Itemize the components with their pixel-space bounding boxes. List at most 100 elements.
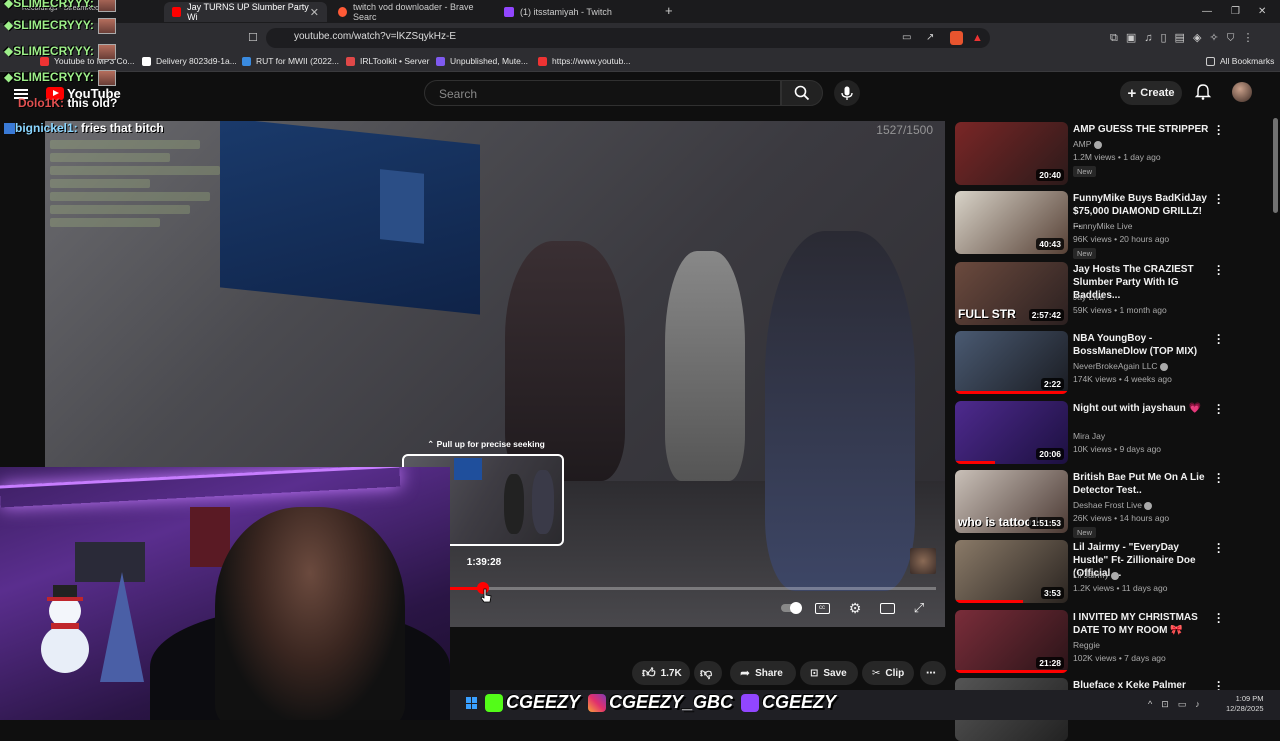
url-bar[interactable]: youtube.com/watch?v=lKZSqykHz-E — [266, 28, 990, 48]
sidebar-video[interactable]: 21:28 I INVITED MY CHRISTMAS DATE TO MY R… — [955, 608, 1275, 673]
thumbnail-overlay-text: FULL STR — [958, 307, 1016, 321]
webcam-person — [215, 507, 405, 720]
sidebar-video[interactable]: 3:53 Lil Jairmy - "EveryDay Hustle" Ft- Z… — [955, 538, 1275, 603]
close-tab-icon[interactable]: ✕ — [310, 6, 319, 19]
bookmark-item[interactable]: Unpublished, Mute... — [436, 56, 528, 66]
video-thumbnail[interactable]: 20:06 — [955, 401, 1068, 464]
channel-name[interactable]: AMP — [1073, 139, 1102, 149]
dislike-button[interactable]: 👎︎ — [694, 661, 722, 685]
more-actions-button[interactable]: ⋯ — [920, 661, 946, 685]
like-button[interactable]: 👍︎ 1.7K — [632, 661, 690, 685]
video-options-icon[interactable]: ··· — [1217, 189, 1221, 209]
video-title[interactable]: I INVITED MY CHRISTMAS DATE TO MY ROOM 🎀 — [1073, 611, 1213, 637]
seek-hint: ⌃ Pull up for precise seeking — [427, 439, 545, 449]
video-title[interactable]: Night out with jayshaun 💗 — [1073, 402, 1213, 415]
tray-icons[interactable]: ^⊡▭♪ — [1148, 699, 1209, 710]
channel-name-text: Lil Jairmy — [1073, 570, 1109, 580]
video-options-icon[interactable]: ··· — [1217, 399, 1221, 419]
stream-chat-message: Dolo1K: this old? — [18, 96, 117, 110]
share-label: Share — [755, 667, 783, 679]
bookmark-item[interactable]: Delivery 8023d9-1a... — [142, 56, 237, 66]
bookmark-item[interactable]: RUT for MWII (2022... — [242, 56, 339, 66]
page-scrollbar[interactable] — [1273, 118, 1278, 213]
progress-bar[interactable] — [450, 587, 936, 590]
maximize-icon[interactable]: ❐ — [1231, 6, 1240, 17]
tab-twitch[interactable]: (1) itsstamiyah - Twitch — [496, 2, 686, 22]
video-thumbnail[interactable]: FULL STR 2:57:42 — [955, 262, 1068, 325]
video-thumbnail[interactable]: who is tattoo l 1:51:53 — [955, 470, 1068, 533]
account-avatar[interactable] — [1232, 82, 1252, 102]
create-button[interactable]: + Create — [1120, 81, 1182, 105]
video-thumbnail[interactable]: 21:28 — [955, 610, 1068, 673]
bookmark-item[interactable]: https://www.youtub... — [538, 56, 630, 66]
channel-name[interactable]: Deshae Frost Live — [1073, 500, 1153, 510]
brave-shield-icon[interactable] — [950, 31, 963, 45]
save-button[interactable]: ⊡ Save — [800, 661, 858, 685]
channel-watermark[interactable] — [910, 548, 936, 574]
system-clock[interactable]: 1:09 PM 12/28/2025 — [1226, 694, 1264, 714]
channel-name[interactable]: Reggie — [1073, 640, 1100, 650]
search-input[interactable]: Search — [424, 80, 781, 106]
captions-icon[interactable]: cc — [813, 601, 831, 615]
video-thumbnail[interactable]: 20:40 — [955, 122, 1068, 185]
new-badge: New — [1073, 166, 1097, 177]
settings-gear-icon[interactable]: ⚙ — [846, 600, 864, 616]
sidebar-video[interactable]: 2:22 NBA YoungBoy - BossManeDlow (TOP MIX… — [955, 329, 1275, 394]
bookmark-label: IRLToolkit • Server — [360, 56, 430, 66]
sidebar-video[interactable]: who is tattoo l 1:51:53 British Bae Put Me… — [955, 468, 1275, 538]
windows-start-icon[interactable] — [466, 697, 478, 709]
channel-name[interactable]: Lil Jairmy — [1073, 570, 1120, 580]
video-title[interactable]: NBA YoungBoy - BossManeDlow (TOP MIX) — [1073, 332, 1213, 358]
fullscreen-icon[interactable]: ⤢ — [910, 600, 928, 615]
miniplayer-icon[interactable] — [878, 601, 896, 615]
sidebar-video[interactable]: 20:40 AMP GUESS THE STRIPPER AMP 1.2M view… — [955, 120, 1275, 185]
search-button[interactable] — [781, 80, 823, 106]
voice-search-button[interactable] — [834, 80, 860, 106]
channel-name[interactable]: NeverBrokeAgain LLC — [1073, 361, 1168, 371]
video-duration: 2:22 — [1040, 378, 1064, 390]
video-options-icon[interactable]: ··· — [1217, 260, 1221, 280]
channel-name[interactable]: Jay Live — [1073, 292, 1104, 302]
cast-icon[interactable]: ▭ — [902, 32, 911, 43]
tab-brave-search[interactable]: twitch vod downloader - Brave Searc — [330, 2, 492, 22]
channel-name[interactable]: FunnyMike Live — [1073, 221, 1133, 231]
stream-chat-line: ◆SLIMECRYYY: — [4, 18, 116, 34]
bookmark-favicon-icon — [346, 56, 355, 66]
video-options-icon[interactable]: ··· — [1217, 608, 1221, 628]
video-options-icon[interactable]: ··· — [1217, 329, 1221, 349]
video-thumbnail[interactable]: 3:53 — [955, 540, 1068, 603]
video-options-icon[interactable]: ··· — [1217, 120, 1221, 140]
chat-user: bignickel1: — [15, 121, 78, 135]
video-thumbnail[interactable]: 40:43 — [955, 191, 1068, 254]
all-bookmarks[interactable]: All Bookmarks — [1206, 56, 1274, 66]
preview-tv — [454, 458, 482, 480]
bookmark-page-icon[interactable]: ☐ — [248, 31, 258, 44]
close-window-icon[interactable]: ✕ — [1258, 6, 1266, 17]
video-title[interactable]: British Bae Put Me On A Lie Detector Tes… — [1073, 471, 1213, 497]
tab-youtube[interactable]: Jay TURNS UP Slumber Party Wi ✕ — [164, 2, 327, 22]
share-button[interactable]: ➦ Share — [730, 661, 796, 685]
video-options-icon[interactable]: ··· — [1217, 468, 1221, 488]
verified-icon — [1111, 571, 1120, 580]
minimize-icon[interactable]: — — [1202, 6, 1212, 17]
extension-icons[interactable]: ⧉▣♫▯▤◈✧⛉⋮ — [1110, 31, 1262, 45]
sidebar-video[interactable]: 40:43 FunnyMike Buys BadKidJay $75,000 DI… — [955, 189, 1275, 259]
new-tab-button[interactable]: + — [665, 3, 673, 18]
video-thumbnail[interactable]: 2:22 — [955, 331, 1068, 394]
video-options-icon[interactable]: ··· — [1217, 538, 1221, 558]
channel-name[interactable]: Mira Jay — [1073, 431, 1105, 441]
clip-button[interactable]: ✂ Clip — [862, 661, 914, 685]
sidebar-video[interactable]: FULL STR 2:57:42 Jay Hosts The CRAZIEST Sl… — [955, 260, 1275, 325]
stream-chat-message: bignickel1: fries that bitch — [4, 121, 164, 135]
sidebar-video[interactable]: 20:06 Night out with jayshaun 💗 Mira Jay 10… — [955, 399, 1275, 464]
share-icon: ➦ — [740, 666, 751, 680]
notifications-bell-icon[interactable] — [1194, 83, 1212, 101]
clock-date: 12/28/2025 — [1226, 704, 1264, 713]
verified-icon — [1144, 501, 1153, 510]
brave-rewards-icon[interactable]: ▲ — [972, 32, 983, 44]
bookmark-item[interactable]: IRLToolkit • Server — [346, 56, 429, 66]
microphone-icon — [841, 86, 853, 100]
video-title[interactable]: AMP GUESS THE STRIPPER — [1073, 123, 1213, 136]
share-url-icon[interactable]: ↗ — [926, 32, 934, 43]
autoplay-toggle[interactable] — [780, 601, 802, 615]
